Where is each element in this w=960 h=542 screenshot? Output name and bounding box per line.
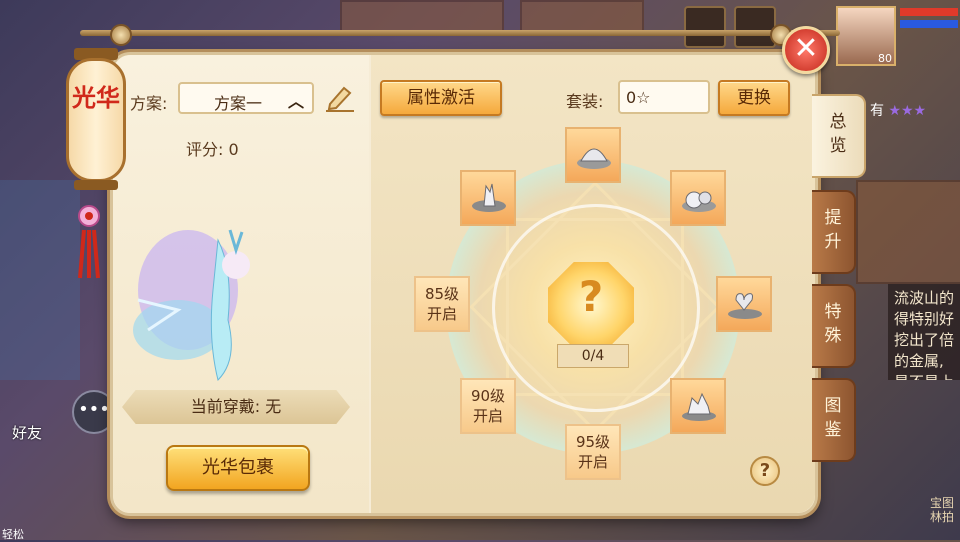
suit-field: 0☆: [618, 80, 710, 114]
tassel-icon: [78, 205, 100, 279]
locked-slot-level: 85级: [424, 285, 460, 303]
score-label: 评分: 0: [186, 140, 239, 159]
tab-special[interactable]: 特 殊: [812, 284, 856, 368]
replace-button[interactable]: 更换: [718, 80, 790, 116]
locked-slot-85: 85级 开启: [414, 276, 470, 332]
bottom-right-text: 宝图 林拍: [930, 496, 955, 524]
record-button[interactable]: [734, 6, 776, 48]
guanghua-bag-button[interactable]: 光华包裹: [166, 445, 310, 491]
hp-bar: [900, 8, 958, 16]
gem-slot-top-right[interactable]: [670, 170, 726, 226]
gem-slot-top-left[interactable]: [460, 170, 516, 226]
plan-select-value: 方案一: [214, 94, 263, 113]
gem-slot-right[interactable]: [716, 276, 772, 332]
close-icon: ✕: [793, 31, 819, 66]
background-tile: [0, 180, 80, 380]
background-building: [856, 180, 960, 284]
attribute-activate-button[interactable]: 属性激活: [380, 80, 502, 116]
locked-slot-level: 95级: [575, 433, 611, 451]
plan-label: 方案:: [130, 94, 168, 113]
background-building: [340, 0, 504, 34]
locked-slot-95: 95级 开启: [565, 424, 621, 480]
tab-collection[interactable]: 图 鉴: [812, 378, 856, 462]
locked-slot-status: 开启: [577, 453, 608, 471]
silver-heart-gem-icon: [728, 293, 762, 319]
silver-crystal-gem-icon: [472, 183, 506, 212]
gem-slot-top[interactable]: [565, 127, 621, 183]
panel-top-rail: [80, 30, 840, 36]
chat-snippet: 流波山的 得特别好 挖出了倍 的金属, 是不是上: [888, 284, 960, 380]
tab-overview[interactable]: 总 览: [812, 94, 866, 178]
rail-ornament: [110, 24, 132, 46]
help-button[interactable]: ?: [750, 456, 780, 486]
progress-badge: 0/4: [557, 344, 629, 368]
locked-slot-status: 开启: [426, 305, 457, 323]
chevron-up-icon: ︿: [287, 92, 304, 111]
panel-title: 光华: [72, 84, 120, 112]
tab-upgrade[interactable]: 提 升: [812, 190, 856, 274]
question-mark-icon: ?: [578, 272, 604, 321]
friend-label[interactable]: 好友: [12, 422, 42, 443]
camera-button[interactable]: [684, 6, 726, 48]
mp-bar: [900, 20, 958, 28]
rating-stars: 有 ★★★: [870, 103, 927, 119]
silver-pearl-gem-icon: [682, 191, 716, 212]
silver-rock-gem-icon: [682, 392, 716, 421]
close-button[interactable]: ✕: [782, 26, 830, 74]
character-preview: [118, 210, 318, 390]
player-level: 80: [878, 52, 892, 65]
lantern-cap: [74, 180, 118, 190]
plan-select[interactable]: 方案一 ︿: [178, 82, 314, 114]
gem-slot-bottom-right[interactable]: [670, 378, 726, 434]
lantern-title-plate: [66, 58, 126, 182]
background-building: [520, 0, 644, 34]
silver-shell-gem-icon: [577, 148, 611, 169]
suit-label: 套装:: [566, 92, 604, 111]
current-wear-banner: 当前穿戴: 无: [122, 390, 350, 424]
locked-slot-status: 开启: [472, 407, 503, 425]
locked-slot-level: 90级: [470, 387, 506, 405]
edit-pencil-icon[interactable]: [324, 84, 356, 112]
locked-slot-90: 90级 开启: [460, 378, 516, 434]
